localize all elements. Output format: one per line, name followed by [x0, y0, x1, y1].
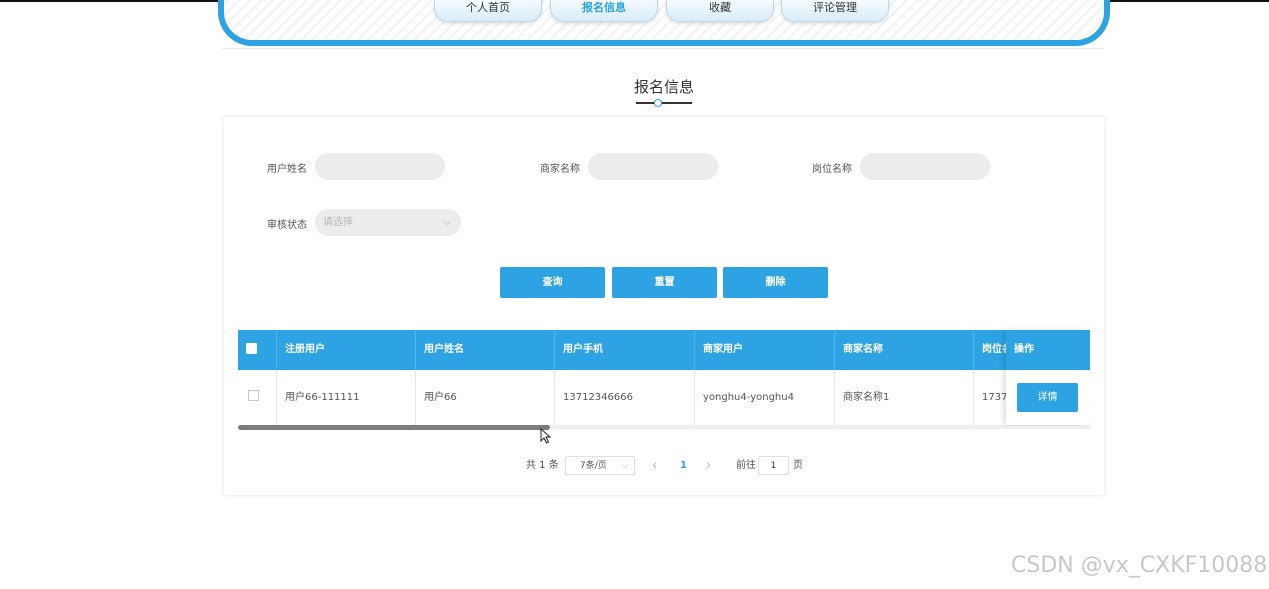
username-input[interactable]: [315, 153, 445, 180]
nav-tab-favorites[interactable]: 收藏: [666, 0, 774, 22]
status-select[interactable]: 请选择 ⌵: [315, 209, 461, 236]
prev-page-icon[interactable]: ‹: [652, 457, 657, 475]
header-merchant-user[interactable]: 商家用户: [695, 330, 835, 370]
position-name-input[interactable]: [860, 153, 990, 180]
nav-tab-comments[interactable]: 评论管理: [781, 0, 889, 22]
page-suffix: 页: [793, 460, 803, 471]
chevron-down-icon: ⌵: [621, 461, 628, 471]
header-merchant-name[interactable]: 商家名称: [835, 330, 974, 370]
header-user-name[interactable]: 用户姓名: [416, 330, 555, 370]
page-size-value: 7条/页: [580, 461, 607, 471]
page-size-select[interactable]: 7条/页 ⌵: [565, 456, 635, 475]
row-select-cell: [238, 370, 277, 425]
mouse-cursor-icon: [540, 428, 552, 444]
watermark-text: CSDN @vx_CXKF10088: [1011, 553, 1268, 578]
horizontal-scrollbar-thumb[interactable]: [238, 425, 550, 430]
page-title: 报名信息: [633, 78, 694, 96]
nav-tab-home[interactable]: 个人首页: [434, 0, 542, 22]
top-nav: 个人首页 报名信息 收藏 评论管理: [0, 0, 1269, 26]
status-label: 审核状态: [267, 220, 307, 231]
reset-button[interactable]: 重置: [612, 267, 717, 298]
position-name-label: 岗位名称: [812, 164, 852, 175]
header-user-phone[interactable]: 用户手机: [555, 330, 695, 370]
title-underline: [636, 102, 692, 104]
delete-button[interactable]: 删除: [723, 267, 828, 298]
merchant-name-input[interactable]: [588, 153, 718, 180]
cell-merchant-name: 商家名称1: [835, 370, 974, 425]
nav-tab-registration[interactable]: 报名信息: [550, 0, 658, 22]
merchant-name-label: 商家名称: [540, 164, 580, 175]
header-registered-user[interactable]: 注册用户: [277, 330, 416, 370]
cell-merchant-user: yonghu4-yonghu4: [695, 370, 835, 425]
goto-page-input[interactable]: 1: [758, 456, 789, 475]
operation-column: 操作 详情: [1006, 330, 1090, 425]
goto-label: 前往: [736, 460, 756, 471]
header-select-cell: [238, 330, 277, 370]
title-dot: [654, 99, 662, 107]
operation-cell: 详情: [1006, 370, 1090, 425]
select-all-checkbox[interactable]: [246, 343, 257, 354]
table-header: 注册用户 用户姓名 用户手机 商家用户 商家名称 岗位名称: [238, 330, 1090, 370]
chevron-down-icon: ⌵: [443, 217, 451, 228]
cell-registered-user: 用户66-111111: [277, 370, 416, 425]
detail-button[interactable]: 详情: [1017, 383, 1078, 412]
header-operation: 操作: [1006, 330, 1090, 370]
table-row: 用户66-111111 用户66 13712346666 yonghu4-yon…: [238, 370, 1090, 426]
next-page-icon[interactable]: ›: [706, 457, 711, 475]
search-button[interactable]: 查询: [500, 267, 605, 298]
header-divider: [222, 48, 1104, 49]
row-checkbox[interactable]: [248, 390, 259, 401]
username-label: 用户姓名: [267, 164, 307, 175]
cell-user-phone: 13712346666: [555, 370, 695, 425]
pagination-total: 共 1 条: [526, 460, 559, 471]
current-page-number[interactable]: 1: [680, 457, 687, 475]
status-select-placeholder: 请选择: [323, 217, 353, 228]
cell-user-name: 用户66: [416, 370, 555, 425]
